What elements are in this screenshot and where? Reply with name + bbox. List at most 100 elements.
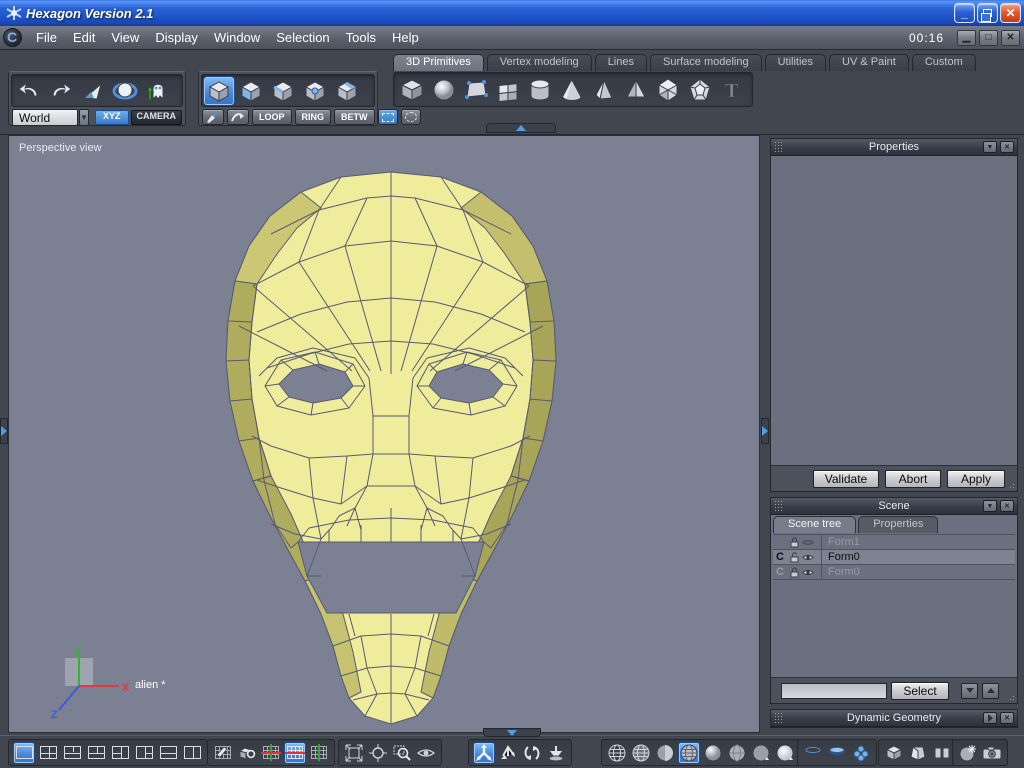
move-down-button[interactable] xyxy=(961,683,978,699)
bevel-mode-button[interactable] xyxy=(907,742,929,764)
icosahedron-primitive-button[interactable] xyxy=(652,75,684,105)
properties-header[interactable]: Properties ▼ ✕ xyxy=(771,139,1017,156)
translate-button[interactable] xyxy=(497,742,519,764)
menu-help[interactable]: Help xyxy=(384,27,427,48)
select-object-button[interactable] xyxy=(203,76,235,106)
orient-tool-button[interactable] xyxy=(77,76,109,106)
facet-primitive-button[interactable] xyxy=(460,75,492,105)
tab-utilities[interactable]: Utilities xyxy=(765,54,826,71)
pyramid-primitive-button[interactable] xyxy=(588,75,620,105)
smooth-wire-button[interactable] xyxy=(726,742,748,764)
minimize-button[interactable]: _ xyxy=(954,3,975,23)
apply-button[interactable]: Apply xyxy=(947,470,1005,488)
cone-primitive-button[interactable] xyxy=(556,75,588,105)
rotate-button[interactable] xyxy=(521,742,543,764)
right-panel-handle[interactable] xyxy=(761,418,769,444)
shaded-wireframe-button[interactable] xyxy=(678,742,700,764)
bottombar-collapse-handle[interactable] xyxy=(483,728,541,737)
sphere-primitive-button[interactable] xyxy=(428,75,460,105)
dynamic-geometry-expand-button[interactable] xyxy=(983,712,997,724)
grid-z-button[interactable] xyxy=(308,742,330,764)
render-sphere-button[interactable] xyxy=(957,742,979,764)
abort-button[interactable]: Abort xyxy=(885,470,941,488)
universal-manipulator-button[interactable] xyxy=(473,742,495,764)
scale-button[interactable] xyxy=(545,742,567,764)
menu-tools[interactable]: Tools xyxy=(338,27,384,48)
scene-filter-input[interactable] xyxy=(781,683,887,699)
box-mode-button[interactable] xyxy=(883,742,905,764)
menu-selection[interactable]: Selection xyxy=(268,27,337,48)
cluster-button[interactable] xyxy=(850,742,872,764)
grid-primitive-button[interactable] xyxy=(492,75,524,105)
scene-collapse-button[interactable]: ▼ xyxy=(983,500,997,512)
grid-edit-button[interactable] xyxy=(212,742,234,764)
properties-close-button[interactable]: ✕ xyxy=(1000,141,1014,153)
toolbar-collapse-handle[interactable] xyxy=(486,123,556,133)
fit-view-button[interactable] xyxy=(343,742,365,764)
space-selector[interactable]: World xyxy=(12,109,78,126)
rect-select-button[interactable] xyxy=(378,109,398,125)
menu-view[interactable]: View xyxy=(103,27,147,48)
left-panel-handle[interactable] xyxy=(0,418,8,444)
tab-surface-modeling[interactable]: Surface modeling xyxy=(650,54,762,71)
tab-3d-primitives[interactable]: 3D Primitives xyxy=(393,54,484,71)
scene-row-form0[interactable]: C Form0 xyxy=(773,565,1015,580)
layout-hsplit-button[interactable] xyxy=(157,742,179,764)
betw-button[interactable]: BETW xyxy=(334,109,375,125)
dynamic-geometry-close-button[interactable]: ✕ xyxy=(1000,712,1014,724)
half-smoothing-button[interactable] xyxy=(802,742,824,764)
bright-material-button[interactable] xyxy=(774,742,796,764)
snap-to-grid-button[interactable] xyxy=(236,742,258,764)
layout-right-split-button[interactable] xyxy=(133,742,155,764)
redo-button[interactable] xyxy=(45,76,77,106)
resize-grip[interactable] xyxy=(1006,692,1016,702)
wireframe-hidden-button[interactable] xyxy=(630,742,652,764)
camera-button[interactable]: CAMERA xyxy=(131,110,183,125)
lock-open-icon[interactable] xyxy=(787,552,801,563)
cube-primitive-button[interactable] xyxy=(396,75,428,105)
close-button[interactable]: ✕ xyxy=(1000,3,1021,23)
wireframe-button[interactable] xyxy=(606,742,628,764)
select-vertex-button[interactable] xyxy=(299,76,331,106)
tetra-primitive-button[interactable] xyxy=(620,75,652,105)
text-primitive-button[interactable]: T xyxy=(716,75,748,105)
tab-uv-paint[interactable]: UV & Paint xyxy=(829,54,909,71)
inner-minimize-button[interactable]: ▁ xyxy=(957,30,976,46)
layout-left-split-button[interactable] xyxy=(109,742,131,764)
select-button[interactable]: Select xyxy=(891,682,949,700)
inner-maximize-button[interactable]: □ xyxy=(979,30,998,46)
smoothing-range-button[interactable] xyxy=(826,742,848,764)
center-view-button[interactable] xyxy=(367,742,389,764)
lasso-sphere-button[interactable] xyxy=(109,76,141,106)
cylinder-primitive-button[interactable] xyxy=(524,75,556,105)
curve-select-button[interactable] xyxy=(227,109,249,125)
restore-button[interactable] xyxy=(977,3,998,23)
select-face-button[interactable] xyxy=(235,76,267,106)
menu-edit[interactable]: Edit xyxy=(65,27,103,48)
scene-properties-tab[interactable]: Properties xyxy=(858,516,938,533)
menu-window[interactable]: Window xyxy=(206,27,268,48)
layout-vsplit-button[interactable] xyxy=(181,742,203,764)
properties-collapse-button[interactable]: ▼ xyxy=(983,141,997,153)
zoom-region-button[interactable] xyxy=(391,742,413,764)
smooth-shade-button[interactable] xyxy=(702,742,724,764)
tab-lines[interactable]: Lines xyxy=(595,54,647,71)
render-camera-button[interactable] xyxy=(981,742,1003,764)
ghost-tool-button[interactable] xyxy=(141,76,173,106)
inner-close-button[interactable]: ✕ xyxy=(1001,30,1020,46)
resize-grip[interactable] xyxy=(1006,480,1016,490)
dynamic-geometry-header[interactable]: Dynamic Geometry ✕ xyxy=(771,710,1017,727)
select-edge-button[interactable] xyxy=(267,76,299,106)
paint-select-button[interactable] xyxy=(202,109,224,125)
layout-bottom-split-button[interactable] xyxy=(85,742,107,764)
visibility-on-icon[interactable] xyxy=(801,568,815,577)
select-auto-button[interactable] xyxy=(331,76,363,106)
layout-quad-button[interactable] xyxy=(37,742,59,764)
ellipse-select-button[interactable] xyxy=(401,109,421,125)
scene-header[interactable]: Scene ▼ ✕ xyxy=(771,498,1017,515)
scene-row-form0-selected[interactable]: C Form0 xyxy=(773,550,1015,565)
move-up-button[interactable] xyxy=(982,683,999,699)
panels-mode-button[interactable] xyxy=(931,742,953,764)
undo-button[interactable] xyxy=(13,76,45,106)
xyz-button[interactable]: XYZ xyxy=(95,110,129,125)
